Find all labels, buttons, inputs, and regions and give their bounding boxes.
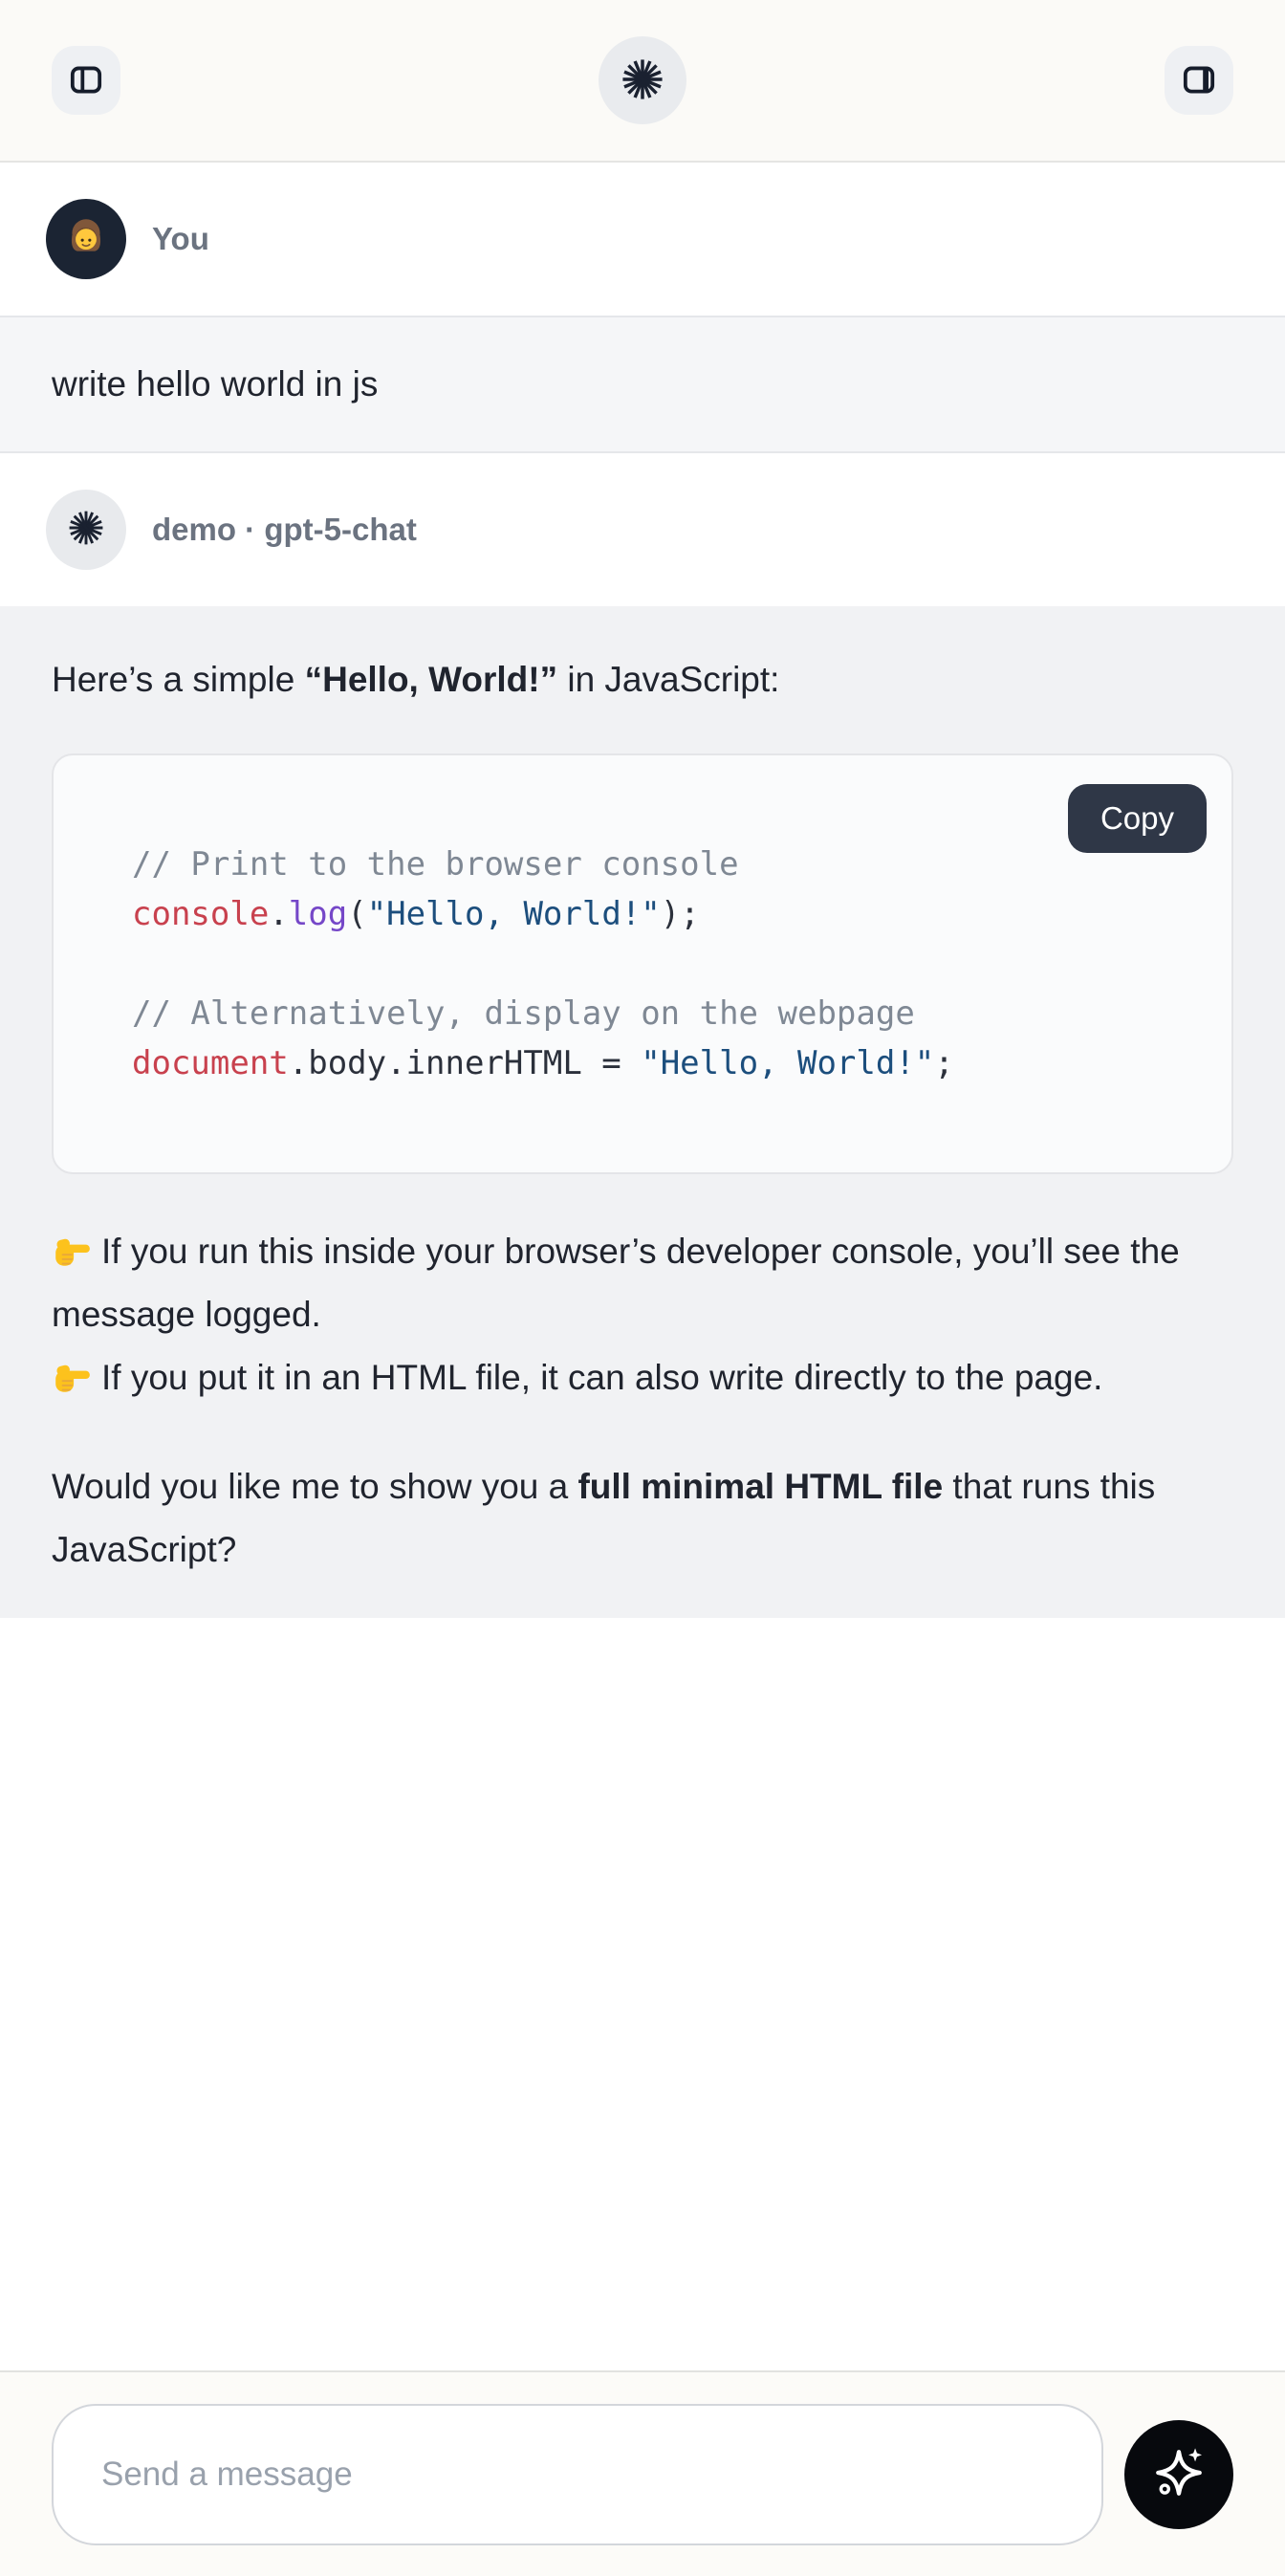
user-message-text: write hello world in js bbox=[52, 364, 378, 404]
starburst-logo-icon bbox=[618, 55, 667, 107]
user-avatar bbox=[46, 199, 126, 279]
message-input[interactable]: Send a message bbox=[52, 2404, 1103, 2545]
code-line: // Print to the browser console bbox=[132, 840, 1193, 889]
assistant-paragraph: Would you like me to show you a full min… bbox=[52, 1455, 1233, 1582]
assistant-paragraph: If you put it in an HTML file, it can al… bbox=[52, 1346, 1233, 1409]
app-logo-button[interactable] bbox=[599, 36, 686, 124]
code-content: // Print to the browser consoleconsole.l… bbox=[132, 840, 1193, 1088]
panel-left-icon bbox=[66, 59, 106, 102]
chat-transcript: You write hello world in js bbox=[0, 163, 1285, 2370]
assistant-message-header: demo · gpt-5-chat bbox=[0, 453, 1285, 606]
right-panel-toggle-button[interactable] bbox=[1165, 46, 1233, 115]
pointing-right-emoji bbox=[52, 1346, 92, 1409]
pointing-right-emoji bbox=[52, 1220, 92, 1283]
assistant-paragraphs: If you run this inside your browser’s de… bbox=[52, 1220, 1233, 1582]
starburst-icon bbox=[65, 507, 107, 554]
sidebar-toggle-button[interactable] bbox=[52, 46, 120, 115]
send-button[interactable] bbox=[1124, 2420, 1233, 2529]
code-line: document.body.innerHTML = "Hello, World!… bbox=[132, 1038, 1193, 1088]
composer-bar: Send a message bbox=[0, 2370, 1285, 2576]
person-emoji bbox=[62, 213, 110, 266]
code-line: // Alternatively, display on the webpage bbox=[132, 989, 1193, 1038]
top-bar bbox=[0, 0, 1285, 163]
sparkle-icon bbox=[1149, 2443, 1209, 2505]
copy-button[interactable]: Copy bbox=[1068, 784, 1207, 853]
assistant-paragraph: If you run this inside your browser’s de… bbox=[52, 1220, 1233, 1346]
assistant-message-bubble: Here’s a simple “Hello, World!” in JavaS… bbox=[0, 606, 1285, 1618]
code-line: console.log("Hello, World!"); bbox=[132, 889, 1193, 939]
assistant-sender-label: demo · gpt-5-chat bbox=[152, 512, 417, 548]
code-line bbox=[132, 939, 1193, 989]
user-sender-label: You bbox=[152, 221, 209, 257]
user-message-bubble: write hello world in js bbox=[0, 316, 1285, 453]
user-message-header: You bbox=[0, 163, 1285, 316]
assistant-intro-text: Here’s a simple “Hello, World!” in JavaS… bbox=[52, 648, 1233, 711]
code-block: Copy // Print to the browser consolecons… bbox=[52, 753, 1233, 1174]
panel-right-icon bbox=[1179, 59, 1219, 102]
assistant-avatar bbox=[46, 490, 126, 570]
input-placeholder: Send a message bbox=[101, 2456, 353, 2494]
